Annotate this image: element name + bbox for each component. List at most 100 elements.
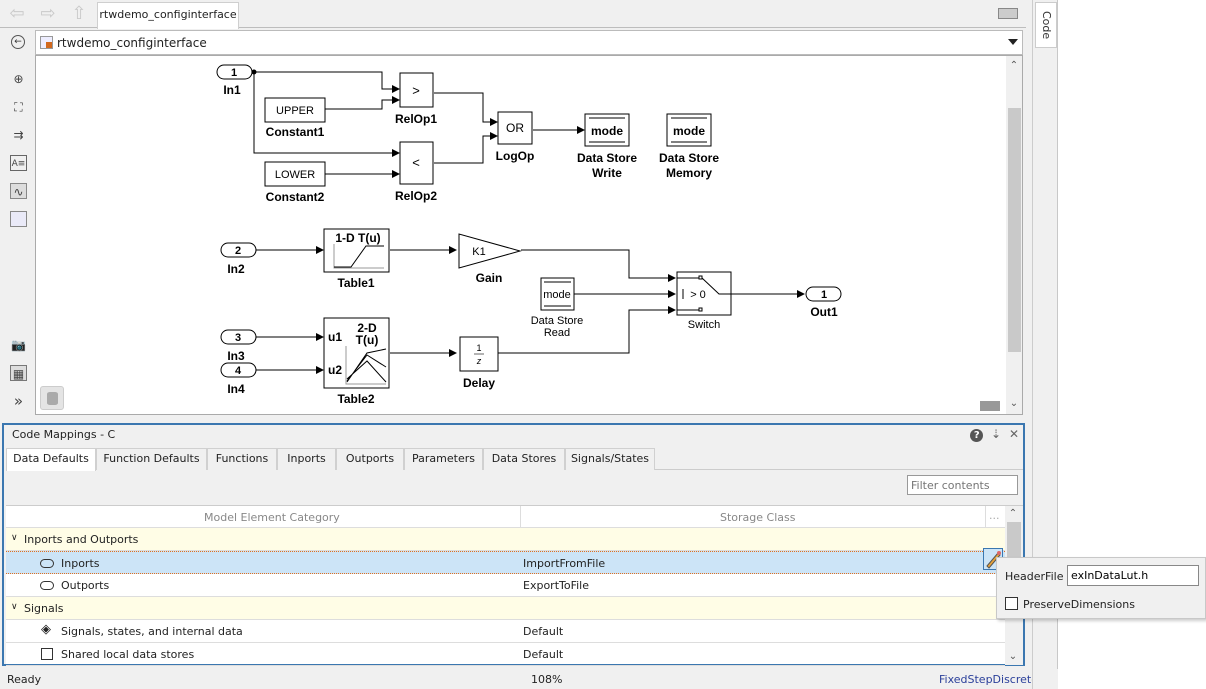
simulink-editor: ⇦ ⇨ ⇧ rtwdemo_configinterface ← rtwdemo_… [0, 0, 1058, 689]
keyboard-icon[interactable] [998, 8, 1018, 19]
tab-function-defaults[interactable]: Function Defaults [96, 448, 207, 470]
logop-operator: OR [506, 121, 524, 135]
scroll-down-icon[interactable]: ⌄ [1005, 649, 1021, 665]
tab-data-defaults[interactable]: Data Defaults [6, 448, 96, 471]
relop2-block: < RelOp2 [395, 141, 437, 203]
fit-view-icon[interactable]: ⛶ [10, 99, 27, 115]
tab-signals-states[interactable]: Signals/States [565, 448, 655, 470]
column-options-button[interactable]: ... [989, 509, 1000, 522]
header-file-input[interactable] [1067, 565, 1199, 586]
tab-functions[interactable]: Functions [207, 448, 277, 470]
delay-label: Delay [463, 376, 495, 390]
scroll-thumb[interactable] [1008, 108, 1021, 352]
out1-label: Out1 [810, 305, 838, 319]
column-header-storage-class[interactable]: Storage Class [720, 511, 795, 524]
help-icon[interactable]: ? [970, 429, 984, 442]
hide-explorer-icon[interactable]: ← [11, 35, 25, 49]
canvas-vertical-scrollbar[interactable]: ⌃ ⌄ [1006, 56, 1022, 414]
chevron-down-icon[interactable] [1008, 39, 1018, 45]
inport-in3-block: 3 In3 [220, 329, 257, 363]
model-browser-icon[interactable]: ▦ [10, 365, 27, 381]
dsr-label-line2: Read [544, 327, 570, 339]
in3-label: In3 [227, 349, 245, 363]
annotation-icon[interactable]: A≡ [10, 155, 27, 171]
dsm-label-line2: Memory [666, 166, 712, 180]
delay-numerator: 1 [476, 343, 481, 353]
model-data-editor-icon[interactable] [40, 386, 64, 410]
panel-tabs: Data Defaults Function Defaults Function… [6, 448, 1023, 471]
constant2-value: LOWER [275, 169, 315, 181]
in2-label: In2 [227, 262, 245, 276]
pin-icon[interactable]: ⇣ [991, 427, 1001, 441]
code-mappings-panel: Code Mappings - C ? ⇣ ✕ Data Defaults Fu… [2, 423, 1025, 666]
tab-inports[interactable]: Inports [277, 448, 336, 470]
back-arrow-icon[interactable]: ⇦ [6, 4, 28, 24]
in4-label: In4 [227, 382, 245, 396]
table2-title-line2: T(u) [356, 333, 379, 347]
relop2-operator: < [412, 155, 420, 170]
diagram-canvas[interactable]: 1 In1 UPPER Constant1 LOWER Constant2 > … [35, 55, 1023, 415]
column-header-category[interactable]: Model Element Category [204, 511, 340, 524]
table1-label: Table1 [337, 276, 374, 290]
view-layout-icon[interactable] [980, 401, 1000, 411]
row-category: Outports [61, 579, 110, 592]
row-storage-class[interactable]: Default [523, 625, 563, 638]
row-storage-class[interactable]: Default [523, 648, 563, 661]
storage-class-properties-popup: HeaderFile PreserveDimensions [996, 557, 1206, 619]
expand-icon[interactable]: » [10, 393, 27, 409]
solver-link[interactable]: FixedStepDiscrete [939, 673, 1038, 686]
preserve-dimensions-checkbox[interactable] [1005, 597, 1018, 610]
relop1-block: > RelOp1 [395, 72, 437, 126]
inport-in4-block: 4 In4 [220, 362, 257, 396]
image-icon[interactable]: ∿ [10, 183, 27, 199]
scroll-down-icon[interactable]: ⌄ [1006, 396, 1022, 412]
tab-parameters[interactable]: Parameters [404, 448, 483, 470]
chevron-down-icon[interactable]: ∨ [11, 533, 18, 543]
scroll-up-icon[interactable]: ⌃ [1005, 506, 1021, 522]
row-storage-class[interactable]: ExportToFile [523, 579, 589, 592]
code-side-tab[interactable]: Code [1035, 2, 1057, 48]
dsr-label-line1: Data Store [531, 315, 584, 327]
switch-block: > 0 Switch [676, 271, 732, 331]
block-diagram: 1 In1 UPPER Constant1 LOWER Constant2 > … [216, 64, 842, 406]
model-address-bar[interactable]: rtwdemo_configinterface [35, 30, 1023, 55]
signal-routing-icon[interactable]: ⇉ [10, 127, 27, 143]
table-row[interactable]: Inports ImportFromFile [6, 551, 1005, 574]
group-label: Inports and Outports [24, 533, 139, 546]
table-row[interactable]: Shared local data stores Default [6, 643, 1005, 666]
scroll-up-icon[interactable]: ⌃ [1006, 58, 1022, 74]
table2-label: Table2 [337, 392, 374, 406]
status-bar: Ready 108% FixedStepDiscrete [0, 669, 1058, 689]
table-row-group[interactable]: ∨ Signals [6, 597, 1005, 620]
zoom-in-icon[interactable]: ⊕ [10, 71, 27, 87]
relop1-label: RelOp1 [395, 112, 437, 126]
in3-port-number: 3 [235, 332, 241, 344]
delay-block: 1 z Delay [459, 336, 499, 390]
table1-title: 1-D T(u) [335, 231, 380, 245]
data-store-memory-block: mode Data Store Memory [659, 113, 719, 180]
table2-block: 2-D T(u) u1 u2 Table2 [323, 317, 390, 406]
delay-denominator: z [476, 356, 482, 366]
up-arrow-icon[interactable]: ⇧ [68, 4, 90, 24]
table-row-group[interactable]: ∨ Inports and Outports [6, 528, 1005, 551]
filter-input[interactable] [907, 475, 1018, 495]
close-icon[interactable]: ✕ [1009, 427, 1019, 441]
model-tab[interactable]: rtwdemo_configinterface [97, 2, 239, 29]
table-row[interactable]: Outports ExportToFile [6, 574, 1005, 597]
inport-icon [40, 559, 54, 568]
out1-port-number: 1 [821, 289, 827, 301]
switch-condition: > 0 [690, 289, 706, 301]
table-header: Model Element Category Storage Class ... [6, 506, 1005, 528]
row-storage-class[interactable]: ImportFromFile [523, 557, 605, 570]
area-icon[interactable] [10, 211, 27, 227]
gain-value: K1 [472, 246, 485, 258]
table-row[interactable]: ◈ Signals, states, and internal data Def… [6, 620, 1005, 643]
header-file-label: HeaderFile [1005, 570, 1064, 583]
chevron-down-icon[interactable]: ∨ [11, 602, 18, 612]
tab-outports[interactable]: Outports [336, 448, 404, 470]
row-category: Signals, states, and internal data [61, 625, 243, 638]
forward-arrow-icon[interactable]: ⇨ [37, 4, 59, 24]
row-category: Inports [61, 557, 100, 570]
screenshot-icon[interactable]: 📷 [10, 337, 27, 353]
tab-data-stores[interactable]: Data Stores [483, 448, 565, 470]
